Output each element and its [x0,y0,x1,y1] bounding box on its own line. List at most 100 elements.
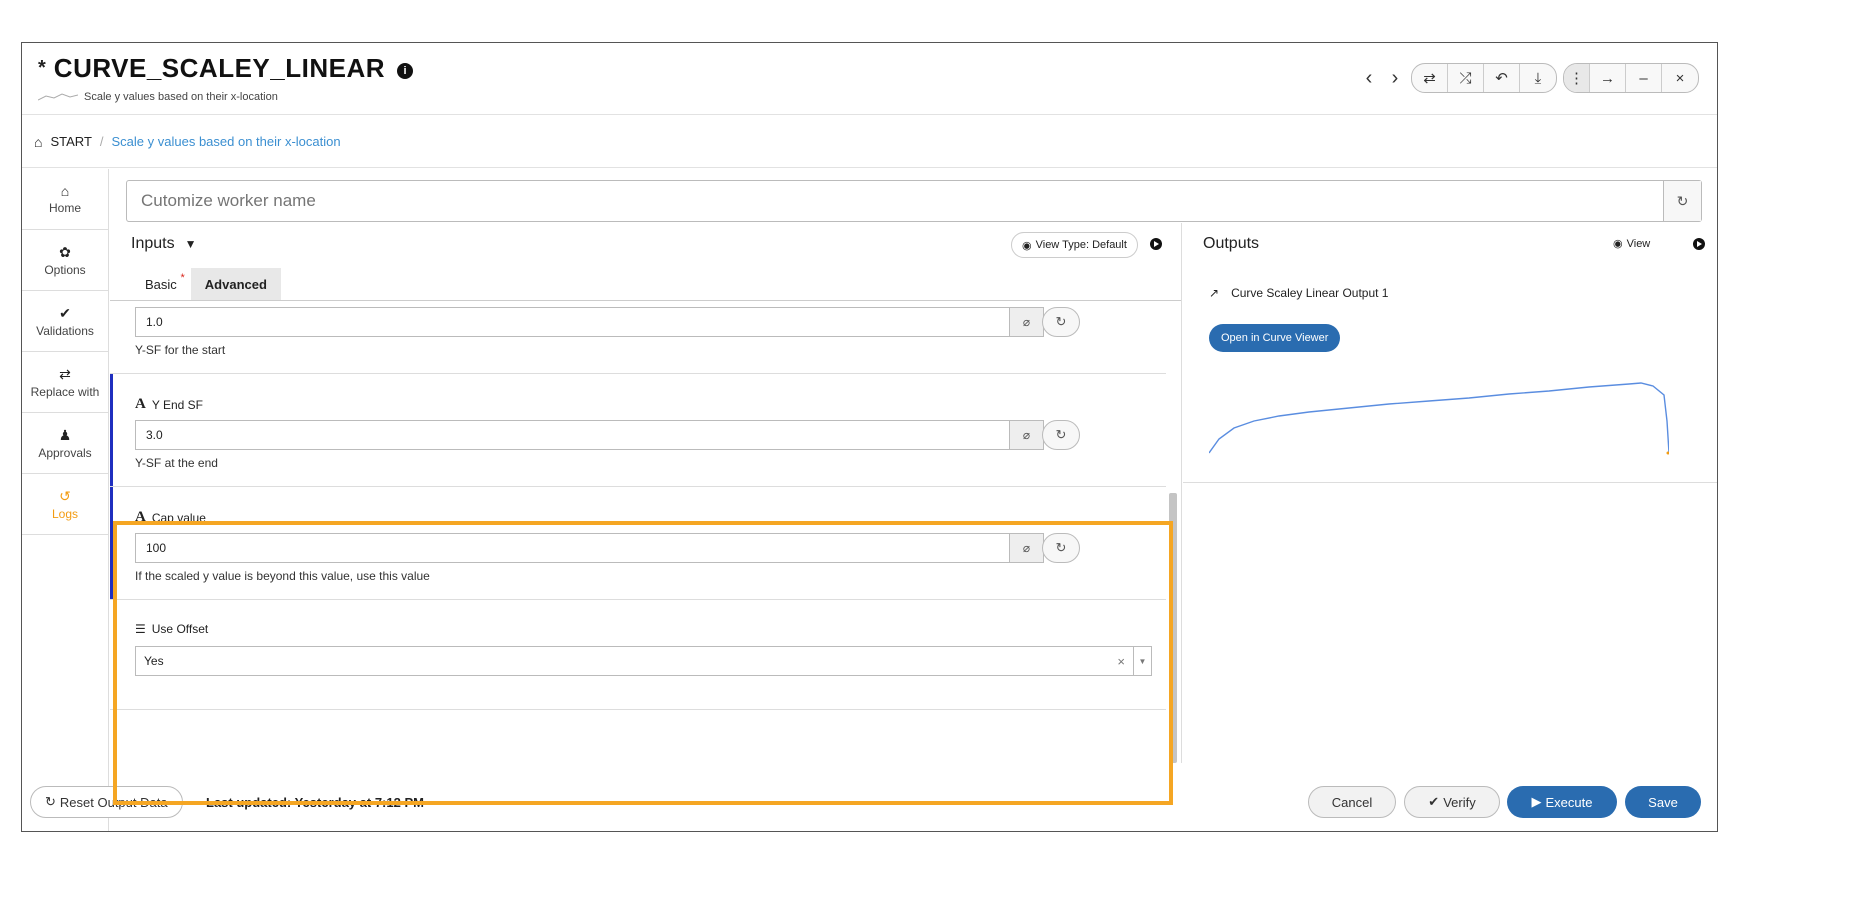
y-end-sf-input[interactable]: 3.0 [135,420,1010,450]
play-circle-icon[interactable] [1150,238,1162,250]
tab-advanced[interactable]: Advanced [190,268,281,300]
title-row: * CURVE_SCALEY_LINEAR i [38,53,413,84]
reset-label: Reset Output Data [59,794,168,810]
kebab-menu-icon[interactable]: ⋮ [1564,64,1590,92]
refresh-icon[interactable]: ↻ [1042,307,1080,337]
breadcrumb-start[interactable]: START [50,134,91,149]
outputs-title: Outputs [1203,235,1260,252]
curve-line [1209,382,1669,454]
refresh-icon[interactable]: ↻ [1663,181,1701,221]
prev-arrow-icon[interactable]: ‹ [1359,64,1379,92]
tab-label: Basic [145,276,177,292]
field-label-text: Y End SF [151,397,203,412]
output-item-label: Curve Scaley Linear Output 1 [1231,286,1389,300]
home-icon[interactable]: ⌂ [34,134,42,150]
sidebar-item-replace[interactable]: ⇄ Replace with [22,352,108,413]
action-button-group: ⇄ ⤮ ↶ ⤓ [1411,63,1557,93]
output-curve-preview [1209,382,1669,455]
field-label: A Cap value [135,509,206,526]
list-icon: ☰ [135,622,146,636]
y-start-sf-input[interactable]: 1.0 [135,307,1010,337]
breadcrumb: ⌂ START / Scale y values based on their … [22,116,1717,168]
sidebar-item-label: Home [48,201,81,215]
verify-label: Verify [1443,794,1476,810]
eye-icon: ◉ [1022,239,1032,252]
swap-icon[interactable]: ⇄ [1412,64,1448,92]
check-icon: ✔ [59,304,71,321]
field-help: Y-SF at the end [135,456,218,470]
outputs-panel: Outputs ◉ View ↗ Curve Scaley Linear Out… [1183,223,1717,483]
download-icon[interactable]: ⤓ [1520,64,1556,92]
worker-window: * CURVE_SCALEY_LINEAR i Scale y values b… [21,42,1718,832]
field-cap-value: A Cap value 100 ⌀ ↻ If the scaled y valu… [110,487,1166,599]
sidebar-item-options[interactable]: ✿ Options [22,230,108,291]
modified-marker: * [38,57,46,79]
header: * CURVE_SCALEY_LINEAR i Scale y values b… [22,43,1717,115]
eye-icon: ◉ [1613,238,1623,250]
next-arrow-icon[interactable]: › [1385,64,1405,92]
field-use-offset: ☰ Use Offset Yes × ▼ [110,600,1166,710]
verify-button[interactable]: ✔ Verify [1404,786,1500,818]
line-chart-icon: ↗ [1209,286,1220,300]
required-marker: * [180,272,185,284]
home-icon: ⌂ [60,183,70,199]
reset-output-button[interactable]: ↻ Reset Output Data [30,786,183,818]
output-item: ↗ Curve Scaley Linear Output 1 [1209,286,1388,300]
field-label-text: Use Offset [151,622,209,636]
shuffle-icon[interactable]: ⤮ [1448,64,1484,92]
play-circle-icon[interactable] [1693,238,1705,250]
inputs-header: Inputs ▼ [131,235,196,253]
worker-name-input[interactable] [127,181,1663,221]
page-title: CURVE_SCALEY_LINEAR [53,53,385,83]
input-tabs: Basic * Advanced [131,268,281,300]
input-fields: 1.0 ⌀ ↻ Y-SF for the start A Y End SF 3.… [110,301,1181,763]
sidebar-item-label: Logs [51,506,79,521]
window-button-group: ⋮ → – × [1563,63,1699,93]
attach-icon[interactable]: ⌀ [1010,307,1044,337]
save-button[interactable]: Save [1625,786,1701,818]
refresh-icon[interactable]: ↻ [1042,533,1080,563]
tab-basic[interactable]: Basic * [131,268,191,300]
sidebar-item-home[interactable]: ⌂ Home [22,169,108,230]
subtitle-row: Scale y values based on their x-location [38,91,278,103]
inputs-scrollbar[interactable] [1169,493,1177,763]
page-subtitle: Scale y values based on their x-location [84,91,278,103]
outputs-view-button[interactable]: ◉ View [1613,237,1651,251]
execute-button[interactable]: ▶ Execute [1507,786,1617,818]
undo-icon[interactable]: ↶ [1484,64,1520,92]
history-icon: ↺ [59,487,71,504]
field-label: A Y End SF [135,396,203,413]
inputs-panel: Inputs ▼ ◉ View Type: Default Basic * Ad… [110,223,1182,763]
sidebar-item-approvals[interactable]: ♟ Approvals [22,413,108,474]
field-y-end-sf: A Y End SF 3.0 ⌀ ↻ Y-SF at the end [110,374,1166,486]
swap-icon: ⇄ [59,365,71,382]
sidebar-item-label: Approvals [38,445,92,460]
play-icon: ▶ [1531,794,1542,809]
forward-arrow-icon[interactable]: → [1590,64,1626,92]
sidebar-item-logs[interactable]: ↺ Logs [22,474,108,535]
cap-value-input[interactable]: 100 [135,533,1010,563]
minimize-icon[interactable]: – [1626,64,1662,92]
attach-icon[interactable]: ⌀ [1010,420,1044,450]
refresh-icon: ↻ [45,794,56,809]
filter-icon[interactable]: ▼ [185,237,197,251]
clear-icon[interactable]: × [1117,654,1125,669]
caret-down-icon[interactable]: ▼ [1133,647,1151,675]
field-label: ☰ Use Offset [135,622,208,636]
sidebar-item-label: Options [44,262,86,277]
open-curve-viewer-button[interactable]: Open in Curve Viewer [1209,324,1341,352]
info-icon[interactable]: i [397,62,413,79]
breadcrumb-current[interactable]: Scale y values based on their x-location [112,134,341,149]
sidebar: ⌂ Home ✿ Options ✔ Validations ⇄ Replace… [22,169,109,831]
use-offset-select[interactable]: Yes × ▼ [135,646,1152,676]
attach-icon[interactable]: ⌀ [1010,533,1044,563]
view-type-button[interactable]: ◉ View Type: Default [1011,232,1138,258]
sidebar-item-validations[interactable]: ✔ Validations [22,291,108,352]
view-label: View [1626,237,1651,250]
select-value: Yes [144,654,164,668]
refresh-icon[interactable]: ↻ [1042,420,1080,450]
cancel-button[interactable]: Cancel [1308,786,1396,818]
close-icon[interactable]: × [1662,64,1698,92]
field-help: Y-SF for the start [135,343,226,357]
text-type-icon: A [135,509,146,525]
